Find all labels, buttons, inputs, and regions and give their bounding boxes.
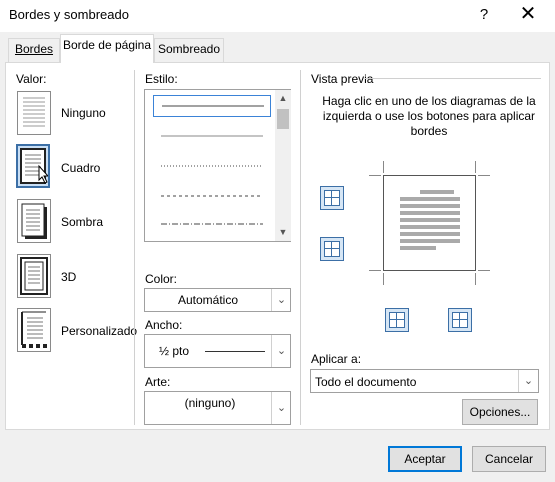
icon-stroke (396, 312, 397, 328)
icon-stroke (452, 319, 468, 320)
corner-mark (383, 273, 384, 285)
corner-mark (369, 270, 381, 271)
bottom-border-button[interactable] (320, 237, 344, 261)
setting-option-3d: 3D (61, 270, 77, 284)
tab-bordes[interactable]: Bordes (8, 38, 60, 62)
scroll-up-icon[interactable]: ▲ (275, 90, 291, 106)
window-title: Bordes y sombreado (9, 7, 129, 22)
shadow-page-icon[interactable] (17, 199, 51, 243)
corner-mark (369, 175, 381, 176)
bottom-border-icon (324, 241, 340, 257)
tab-label: Borde de página (62, 38, 152, 52)
none-page-icon[interactable] (17, 91, 51, 135)
icon-stroke (324, 248, 340, 249)
help-button[interactable]: ? (466, 3, 502, 27)
separator-right (300, 70, 301, 425)
line-style-dashed[interactable] (153, 186, 271, 208)
width-sample-line (205, 351, 265, 352)
setting-option-box: Cuadro (61, 161, 101, 175)
width-select[interactable]: ½ pto ⌄ (144, 334, 291, 368)
tab-borde-de-pagina[interactable]: Borde de página (60, 34, 154, 63)
tab-sombreado[interactable]: Sombreado (154, 38, 224, 62)
line-style-dash-dot[interactable] (153, 214, 271, 236)
width-value: ½ pto (159, 344, 190, 358)
top-border-button[interactable] (320, 186, 344, 210)
color-select[interactable]: Automático ⌄ (144, 288, 291, 312)
apply-to-label: Aplicar a: (311, 352, 362, 366)
scroll-thumb[interactable] (277, 109, 289, 129)
line-style-dotted[interactable] (153, 156, 271, 178)
corner-mark (383, 161, 384, 173)
chevron-down-icon[interactable]: ⌄ (518, 370, 538, 392)
icon-stroke (389, 319, 405, 320)
preview-text-line (400, 225, 460, 229)
setting-label: Valor: (16, 72, 47, 86)
preview-label: Vista previa (311, 72, 374, 86)
left-border-button[interactable] (385, 308, 409, 332)
preview-text-line (400, 211, 460, 215)
top-border-icon (324, 190, 340, 206)
custom-page-icon[interactable] (17, 308, 51, 352)
close-button[interactable]: ✕ (510, 3, 546, 27)
preview-page[interactable] (383, 175, 476, 271)
preview-text-line (400, 232, 460, 236)
preview-instructions: Haga clic en uno de los diagramas de la … (322, 94, 536, 138)
icon-stroke (331, 241, 332, 257)
preview-text-line (400, 197, 460, 201)
style-label: Estilo: (145, 72, 178, 86)
box-page-icon[interactable] (16, 144, 50, 188)
scroll-down-icon[interactable]: ▼ (275, 224, 291, 240)
preview-text-line (400, 218, 460, 222)
ok-button[interactable]: Aceptar (388, 446, 462, 472)
preview-text-line (400, 204, 460, 208)
apply-to-value: Todo el documento (315, 375, 417, 389)
chevron-down-icon[interactable]: ⌄ (271, 392, 291, 424)
corner-mark (478, 270, 490, 271)
corner-mark (475, 273, 476, 285)
icon-stroke (324, 197, 340, 198)
corner-mark (478, 175, 490, 176)
cancel-button[interactable]: Cancelar (472, 446, 546, 472)
corner-mark (475, 161, 476, 173)
setting-option-none: Ninguno (61, 106, 106, 120)
chevron-down-icon[interactable]: ⌄ (271, 289, 291, 311)
chevron-down-icon[interactable]: ⌄ (271, 335, 291, 367)
apply-to-select[interactable]: Todo el documento ⌄ (310, 369, 539, 393)
art-label: Arte: (145, 375, 171, 389)
preview-text-line (400, 246, 436, 250)
preview-divider (365, 78, 541, 79)
right-border-icon (452, 312, 468, 328)
options-button[interactable]: Opciones... (462, 399, 538, 425)
setting-option-custom: Personalizado (61, 324, 138, 338)
tab-label: Bordes (14, 42, 54, 56)
art-value: (ninguno) (184, 396, 236, 410)
right-border-button[interactable] (448, 308, 472, 332)
line-style-list[interactable]: ▲ ▼ (144, 89, 291, 242)
left-border-icon (389, 312, 405, 328)
preview-text-line (400, 239, 460, 243)
preview-text-line (420, 190, 454, 194)
line-style-solid[interactable] (153, 95, 271, 117)
line-style-solid-thin[interactable] (153, 126, 271, 148)
icon-stroke (331, 190, 332, 206)
separator-left (134, 70, 135, 425)
tab-label: Sombreado (157, 42, 221, 56)
art-select[interactable]: (ninguno) ⌄ (144, 391, 291, 425)
icon-stroke (459, 312, 460, 328)
color-value: Automático (177, 293, 239, 307)
3d-page-icon[interactable] (17, 254, 51, 298)
setting-option-shadow: Sombra (61, 215, 104, 229)
width-label: Ancho: (145, 318, 183, 332)
color-label: Color: (145, 272, 178, 286)
line-style-scrollbar[interactable]: ▲ ▼ (275, 90, 291, 241)
